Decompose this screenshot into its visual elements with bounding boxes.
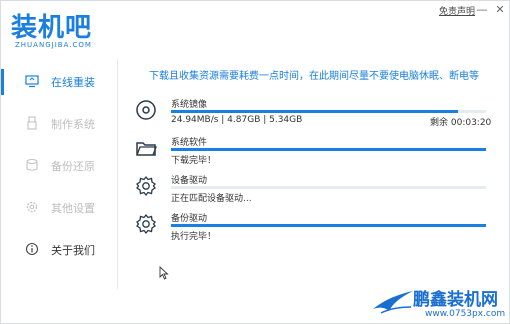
settings-icon [26, 201, 38, 213]
task-status: 正在匹配设备驱动... [171, 194, 252, 204]
bird-logo-icon [373, 291, 413, 314]
sidebar-item-label: 在线重装 [51, 76, 95, 89]
logo-title: 装机吧 [11, 13, 93, 43]
usb-icon [27, 116, 37, 130]
app-logo: 装机吧 ZHUANGJIBA.COM [11, 7, 121, 53]
gear-icon [136, 175, 156, 197]
info-icon [25, 242, 39, 256]
sidebar-item-label: 关于我们 [51, 244, 95, 257]
watermark: 鹏鑫装机网 www.0753px.com [371, 285, 509, 323]
time-remaining: 剩余 00:03:20 [430, 118, 492, 128]
watermark-text: 鹏鑫装机网 [413, 290, 498, 310]
progress-bar [171, 110, 486, 113]
disc-icon [136, 100, 156, 120]
close-button[interactable]: ✕ [493, 3, 507, 17]
sidebar-divider [117, 59, 118, 289]
task-device-drivers: 设备驱动 正在匹配设备驱动... [135, 173, 491, 207]
watermark-url: www.0753px.com [425, 309, 506, 319]
progress-bar [171, 186, 486, 189]
sidebar-item-backup-restore[interactable]: 备份还原 [1, 153, 117, 179]
task-system-image: 系统镜像 24.94MB/s | 4.87GB | 5.34GB 剩余 00:0… [135, 97, 491, 131]
task-status: 24.94MB/s | 4.87GB | 5.34GB [171, 115, 303, 125]
task-status: 执行完毕！ [171, 232, 217, 242]
progress-bar [171, 148, 486, 151]
sidebar-item-make-system[interactable]: 制作系统 [1, 111, 117, 137]
sidebar-item-label: 制作系统 [51, 118, 95, 131]
sidebar-item-online-reinstall[interactable]: 在线重装 [1, 69, 117, 95]
folder-icon [136, 142, 157, 156]
sidebar: 在线重装 制作系统 备份还原 其他设置 关于我们 [1, 59, 117, 289]
installer-window: 装机吧 ZHUANGJIBA.COM 免责声明 — ✕ 在线重装 制作系统 备份… [0, 0, 510, 324]
download-notice: 下载且收集资源需要耗费一点时间，在此期间尽量不要使电脑休眠、断电等 [149, 71, 479, 82]
monitor-icon [25, 75, 39, 88]
progress-fill [171, 224, 486, 227]
task-name: 系统软件 [171, 138, 208, 148]
task-name: 备份驱动 [171, 214, 208, 224]
task-backup-drivers: 备份驱动 执行完毕！ [135, 211, 491, 245]
mouse-cursor-icon [159, 266, 169, 280]
progress-fill [171, 148, 486, 151]
backup-icon [26, 158, 38, 171]
sidebar-item-about-us[interactable]: 关于我们 [1, 237, 117, 263]
sidebar-item-label: 其他设置 [51, 202, 95, 215]
sidebar-item-other-settings[interactable]: 其他设置 [1, 195, 117, 221]
gear-icon [136, 213, 156, 235]
sidebar-item-label: 备份还原 [51, 160, 95, 173]
active-indicator [1, 69, 4, 95]
minimize-button[interactable]: — [475, 3, 489, 17]
progress-bar [171, 224, 486, 227]
disclaimer-link[interactable]: 免责声明 [439, 4, 475, 17]
task-name: 系统镜像 [171, 100, 208, 110]
task-system-software: 系统软件 下载完毕！ [135, 135, 491, 169]
logo-subtitle: ZHUANGJIBA.COM [15, 41, 92, 49]
task-name: 设备驱动 [171, 176, 208, 186]
task-status: 下载完毕！ [171, 156, 217, 166]
progress-fill [171, 110, 458, 113]
